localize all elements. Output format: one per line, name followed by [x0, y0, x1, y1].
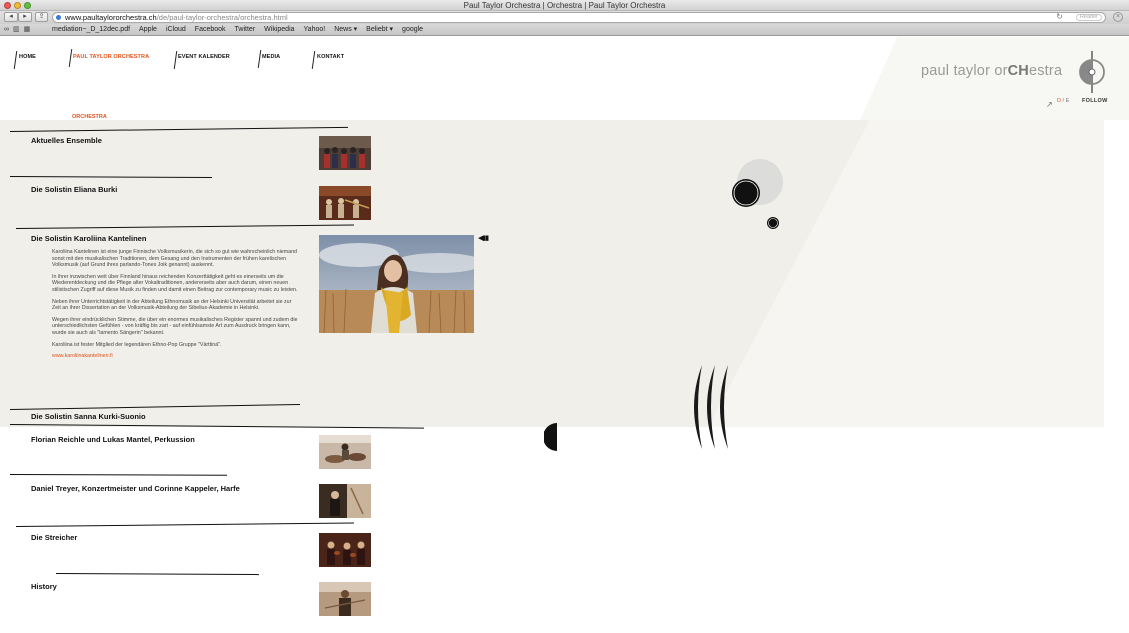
item-sanna-kurki-suonio[interactable]: Die Solistin Sanna Kurki-Suonio [31, 412, 146, 421]
favicon-icon [56, 15, 61, 20]
bookmark-item[interactable]: Beliebt ▾ [366, 24, 393, 36]
karoliina-photo[interactable] [319, 235, 474, 333]
logo-text-tail: estra [1028, 63, 1063, 79]
nav-kontakt[interactable]: KONTAKT [317, 54, 344, 60]
language-switch: D / E [1057, 98, 1069, 104]
bio-text: Karoliina Kantelinen ist eine junge Finn… [52, 249, 298, 365]
bio-paragraph: In ihrer inzwischen weit über Finnland h… [52, 273, 298, 293]
reload-icon[interactable]: ↻ [1056, 12, 1063, 21]
address-bar[interactable]: www.paultaylororchestra.ch/de/paul-taylo… [52, 12, 1106, 23]
thumbnail-ensemble[interactable] [319, 136, 371, 170]
thumbnail-history[interactable] [319, 582, 371, 616]
thumbnail-konzertmeister-harfe[interactable] [319, 484, 371, 518]
separator-line [55, 573, 260, 576]
nav-divider [68, 49, 73, 67]
bookmark-item[interactable]: News ▾ [334, 24, 357, 36]
bookmark-item[interactable]: mediation~_D_12dec.pdf [52, 24, 130, 36]
bookmark-item[interactable]: Wikipedia [264, 24, 294, 36]
bio-paragraph: Neben ihrer Unterrichtstätigkeit in der … [52, 298, 292, 312]
browser-toolbar: ◂ ▸ ⇪ www.paultaylororchestra.ch/de/paul… [0, 11, 1129, 24]
url-domain: www.paultaylororchestra.ch [65, 13, 157, 22]
top-sites-icon[interactable]: ▦ [24, 26, 35, 33]
item-streicher[interactable]: Die Streicher [31, 533, 77, 542]
url-path: /de/paul-taylor-orchestra/orchestra.html [156, 13, 288, 22]
bookmark-tools: ∞▥▦ [4, 24, 34, 36]
thumbnail-eliana-burki[interactable] [319, 186, 371, 220]
section-label: ORCHESTRA [72, 114, 107, 120]
close-window-button[interactable] [4, 2, 11, 9]
bookmark-item[interactable]: iCloud [166, 24, 186, 36]
gallery-controls[interactable]: ◀▮▮ [478, 234, 489, 242]
bookmarks-icon[interactable]: ▥ [13, 26, 24, 33]
item-perkussion[interactable]: Florian Reichle und Lukas Mantel, Perkus… [31, 435, 195, 444]
bookmarks-bar: ∞▥▦ mediation~_D_12dec.pdf Apple iCloud Fac… [0, 24, 1129, 36]
share-button[interactable]: ⇪ [35, 12, 48, 22]
bookmark-item[interactable]: google [402, 24, 423, 36]
zoom-window-button[interactable] [24, 2, 31, 9]
arrow-icon: ↗ [1046, 100, 1053, 109]
window-controls [4, 2, 31, 9]
nav-media[interactable]: MEDIA [262, 54, 280, 60]
bio-website-link[interactable]: www.karoliinakantelinen.fi [52, 353, 298, 360]
decorative-half-circle [544, 423, 557, 451]
back-button[interactable]: ◂ [4, 12, 18, 22]
site-logo[interactable]: paul taylor orCHestra [921, 63, 1062, 79]
decorative-circles [732, 159, 783, 229]
item-karoliina-kantelinen[interactable]: Die Solistin Karoliina Kantelinen [31, 234, 146, 243]
thumbnail-streicher[interactable] [319, 533, 371, 567]
nav-divider [173, 51, 178, 69]
bookmark-list: mediation~_D_12dec.pdf Apple iCloud Faceboo… [52, 24, 423, 36]
reader-button[interactable]: Reader [1075, 14, 1102, 21]
bio-paragraph: Karoliina Kantelinen ist eine junge Finn… [52, 249, 297, 268]
logo-mark-icon [1079, 51, 1105, 93]
language-en[interactable]: E [1066, 98, 1070, 104]
stop-icon[interactable]: × [1113, 12, 1123, 22]
decorative-brackets [694, 365, 728, 449]
minimize-window-button[interactable] [14, 2, 21, 9]
logo-text-light: paul taylor or [921, 63, 1008, 79]
forward-button[interactable]: ▸ [18, 12, 32, 22]
logo-text-strong: CH [1007, 63, 1029, 79]
bookmark-item[interactable]: Facebook [195, 24, 226, 36]
nav-divider [257, 50, 262, 68]
bookmark-item[interactable]: Apple [139, 24, 157, 36]
item-aktuelles-ensemble[interactable]: Aktuelles Ensemble [31, 136, 102, 145]
nav-paul-taylor-orchestra[interactable]: PAUL TAYLOR ORCHESTRA [73, 54, 149, 60]
window-titlebar: Paul Taylor Orchestra | Orchestra | Paul… [0, 0, 1129, 11]
nav-divider [13, 51, 18, 69]
follow-link[interactable]: FOLLOW [1082, 98, 1108, 104]
separator-line [15, 522, 354, 528]
nav-divider [311, 51, 316, 69]
separator-line [9, 474, 228, 477]
bio-paragraph: Karoliina ist fester Mitglied der legend… [52, 341, 222, 348]
item-konzertmeister-harfe[interactable]: Daniel Treyer, Konzertmeister und Corinn… [31, 484, 240, 493]
item-eliana-burki[interactable]: Die Solistin Eliana Burki [31, 185, 117, 194]
bookmark-item[interactable]: Twitter [235, 24, 256, 36]
window-title: Paul Taylor Orchestra | Orchestra | Paul… [463, 1, 666, 10]
thumbnail-perkussion[interactable] [319, 435, 371, 469]
item-history[interactable]: History [31, 582, 57, 591]
nav-event-kalender[interactable]: EVENT KALENDER [178, 54, 230, 60]
bookmark-item[interactable]: Yahoo! [304, 24, 326, 36]
web-page: HOME PAUL TAYLOR ORCHESTRA EVENT KALENDE… [0, 37, 1129, 633]
nav-home[interactable]: HOME [19, 54, 36, 60]
reading-list-icon[interactable]: ∞ [4, 26, 13, 33]
bio-paragraph: Wegen ihrer eindrücklichen Stimme, die ü… [52, 316, 298, 336]
